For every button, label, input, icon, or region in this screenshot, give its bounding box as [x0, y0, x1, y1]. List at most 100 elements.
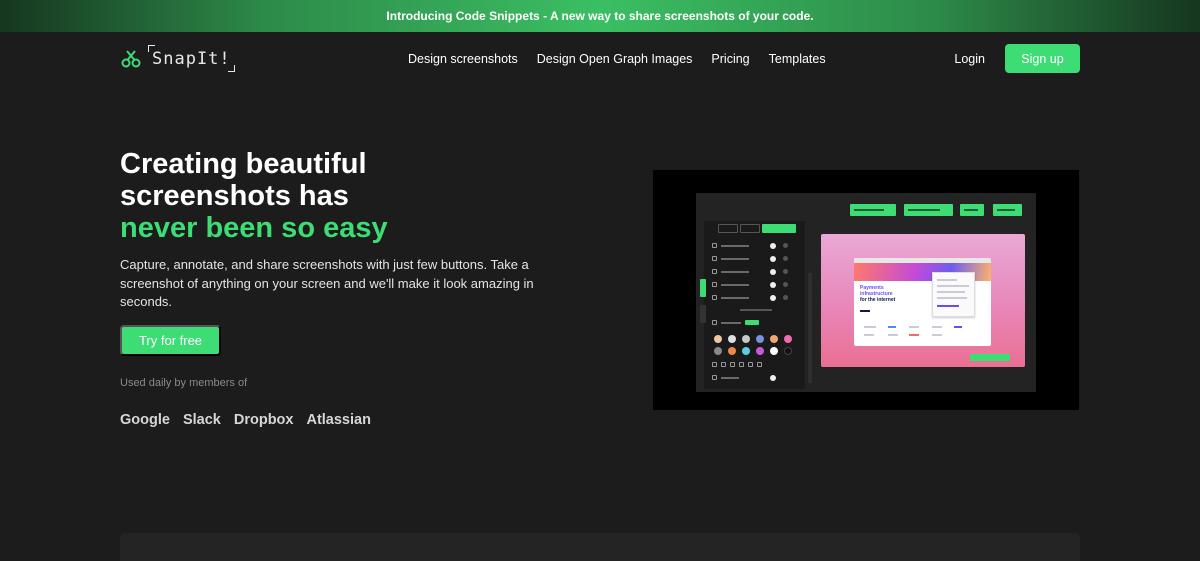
mock-option-row — [712, 319, 788, 326]
mock-line — [888, 326, 896, 328]
mock-line — [864, 326, 876, 328]
mock-scrollbar — [808, 273, 812, 383]
option-line — [721, 321, 741, 324]
hero-title-line-1: Creating beautiful — [120, 148, 367, 180]
mock-option-row — [712, 242, 788, 249]
logo[interactable]: SnapIt! — [120, 44, 360, 72]
mock-toolbar-button — [850, 204, 896, 216]
option-dot — [783, 256, 788, 261]
mock-line — [909, 326, 919, 328]
option-toggle — [770, 255, 776, 262]
mock-headline-3: for the internet — [860, 297, 896, 303]
next-section-card — [120, 533, 1080, 561]
color-swatch — [728, 335, 736, 343]
mock-tab — [740, 224, 760, 233]
option-icon — [712, 256, 717, 261]
hero-description: Capture, annotate, and share screenshots… — [120, 257, 534, 309]
brand-dropbox: Dropbox — [233, 412, 294, 428]
mock-headline: Payments infrastructure for the internet — [860, 285, 895, 303]
announcement-text[interactable]: Introducing Code Snippets - A new way to… — [386, 9, 813, 23]
mock-option-row — [712, 294, 788, 301]
option-dot — [783, 282, 788, 287]
color-swatch — [784, 335, 792, 343]
color-swatch — [742, 347, 750, 355]
mock-card — [932, 272, 975, 317]
option-toggle — [770, 281, 776, 288]
mock-toolbar-button — [993, 204, 1022, 216]
mock-option-row — [712, 255, 788, 262]
option-icon — [712, 295, 717, 300]
mock-line — [909, 334, 919, 336]
mock-side-panel — [700, 221, 805, 389]
option-line — [721, 270, 749, 273]
used-by-label: Used daily by members of — [120, 377, 248, 389]
mock-line — [937, 305, 959, 307]
nav-actions: Login Sign up — [944, 44, 1080, 73]
color-swatch — [714, 347, 722, 355]
mock-option-row — [712, 374, 788, 381]
option-line — [721, 257, 749, 260]
mock-section-label — [740, 309, 772, 311]
option-icon — [748, 362, 753, 367]
product-preview-video[interactable]: Payments infrastructure for the internet — [653, 170, 1079, 410]
app-mockup: Payments infrastructure for the internet — [696, 193, 1036, 392]
mock-toolbar-button — [960, 204, 984, 216]
option-line — [721, 296, 749, 299]
option-chip — [745, 320, 759, 325]
mock-tabs — [718, 224, 796, 233]
hero-title-line-2: screenshots has — [120, 180, 349, 212]
color-swatch — [742, 335, 750, 343]
mock-line — [937, 279, 957, 281]
nav-links: Design screenshots Design Open Graph Ima… — [408, 44, 826, 73]
mock-line — [937, 285, 969, 287]
nav-link-design-og-images[interactable]: Design Open Graph Images — [537, 52, 693, 66]
mock-option-row — [712, 268, 788, 275]
mock-option-row — [712, 361, 788, 368]
mock-line — [954, 326, 962, 328]
color-swatch — [756, 347, 764, 355]
mock-line — [937, 297, 967, 299]
color-swatch — [728, 347, 736, 355]
nav-link-pricing[interactable]: Pricing — [711, 52, 749, 66]
nav-link-design-screenshots[interactable]: Design screenshots — [408, 52, 518, 66]
option-icon — [712, 320, 717, 325]
option-icon — [712, 375, 717, 380]
signup-button[interactable]: Sign up — [1005, 44, 1080, 73]
option-icon — [730, 362, 735, 367]
mock-line — [864, 334, 874, 336]
mock-tab — [718, 224, 738, 233]
option-toggle — [770, 268, 776, 275]
option-dot — [783, 269, 788, 274]
scissors-logo-icon — [121, 49, 141, 67]
mock-browser-window: Payments infrastructure for the internet — [854, 258, 991, 346]
color-swatch — [770, 335, 778, 343]
top-nav: SnapIt! Design screenshots Design Open G… — [120, 44, 1080, 73]
brand-atlassian: Atlassian — [306, 412, 371, 428]
option-dot — [783, 295, 788, 300]
color-swatch — [714, 335, 722, 343]
color-swatch — [770, 347, 778, 355]
brand-google: Google — [120, 412, 170, 428]
option-icon — [712, 243, 717, 248]
option-dot — [783, 243, 788, 248]
option-toggle — [770, 242, 776, 249]
nav-link-templates[interactable]: Templates — [769, 52, 826, 66]
option-icon — [739, 362, 744, 367]
option-line — [721, 283, 749, 286]
mock-line — [932, 334, 942, 336]
login-link[interactable]: Login — [944, 52, 995, 66]
option-icon — [721, 362, 726, 367]
logo-text: SnapIt! — [148, 44, 235, 72]
mock-line — [860, 310, 870, 312]
option-line — [721, 244, 749, 247]
option-toggle — [770, 374, 776, 381]
try-for-free-button[interactable]: Try for free — [120, 325, 221, 356]
mock-canvas: Payments infrastructure for the internet — [821, 234, 1025, 367]
announcement-bar[interactable]: Introducing Code Snippets - A new way to… — [0, 0, 1200, 32]
color-swatch — [784, 347, 792, 355]
mock-option-row — [712, 281, 788, 288]
mock-canvas-button — [970, 354, 1010, 361]
option-line — [721, 376, 739, 379]
mock-side-tab — [700, 279, 706, 297]
option-icon — [712, 269, 717, 274]
